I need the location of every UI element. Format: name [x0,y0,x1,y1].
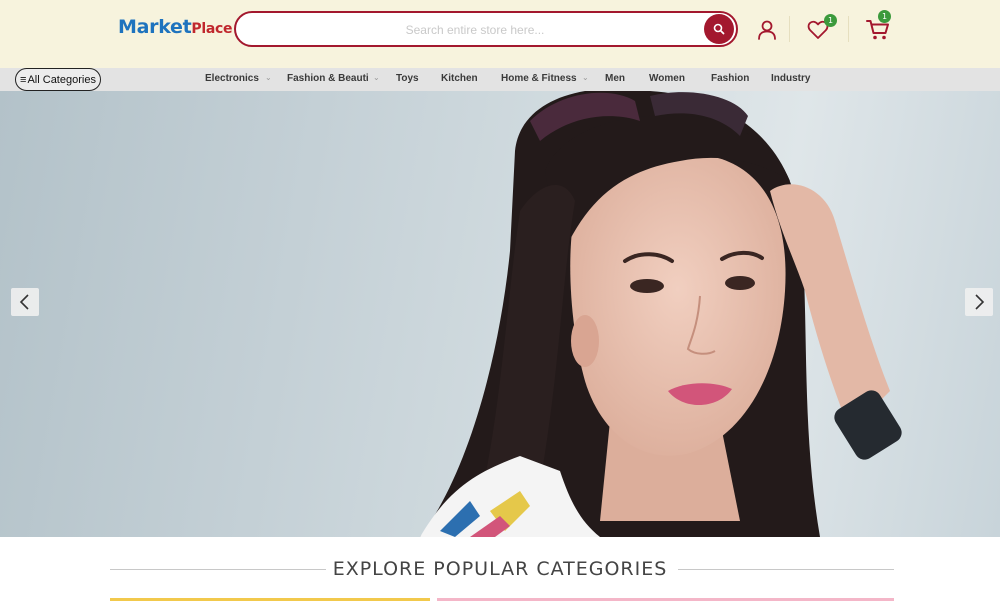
all-categories-label: All Categories [27,73,96,86]
chevron-down-icon: ⌄ [373,73,380,82]
slider-prev-button[interactable] [11,288,39,316]
search-bar [234,11,738,47]
explore-section: EXPLORE POPULAR CATEGORIES [0,537,1000,601]
search-icon [713,23,725,35]
logo-primary: Market [118,16,192,38]
nav-item-kitchen[interactable]: Kitchen [441,73,478,84]
chevron-right-icon [975,294,985,310]
nav-item-men[interactable]: Men [605,73,625,84]
nav-item-home-fitness[interactable]: Home & Fitness [501,73,577,84]
logo[interactable]: MarketPlace [118,16,233,38]
search-button[interactable] [704,14,734,44]
user-icon [758,20,776,40]
category-nav: ≡ All Categories Electronics ⌄ Fashion & … [0,68,1000,91]
nav-item-industry[interactable]: Industry [771,73,810,84]
chevron-left-icon [19,294,29,310]
cart-count-badge: 1 [878,10,891,23]
hero-image [420,91,902,537]
section-title: EXPLORE POPULAR CATEGORIES [332,558,668,580]
wishlist-count-badge: 1 [824,14,837,27]
hero-slider[interactable] [0,91,1000,537]
account-button[interactable] [753,16,781,44]
nav-item-toys[interactable]: Toys [396,73,419,84]
menu-icon: ≡ [20,73,27,86]
chevron-down-icon: ⌄ [265,73,272,82]
header-divider [789,16,790,42]
search-input[interactable] [250,19,700,41]
cart-button[interactable]: 1 [864,10,892,44]
chevron-down-icon: ⌄ [582,73,589,82]
nav-item-women[interactable]: Women [649,73,685,84]
wishlist-button[interactable]: 1 [804,14,837,44]
nav-item-fashion-beauty[interactable]: Fashion & Beauti [287,73,369,84]
logo-secondary: Place [191,21,233,37]
all-categories-button[interactable]: ≡ All Categories [15,68,101,91]
nav-item-electronics[interactable]: Electronics [205,73,259,84]
slider-next-button[interactable] [965,288,993,316]
nav-item-fashion[interactable]: Fashion [711,73,749,84]
header-divider [848,16,849,42]
header: MarketPlace 1 1 [0,0,1000,68]
